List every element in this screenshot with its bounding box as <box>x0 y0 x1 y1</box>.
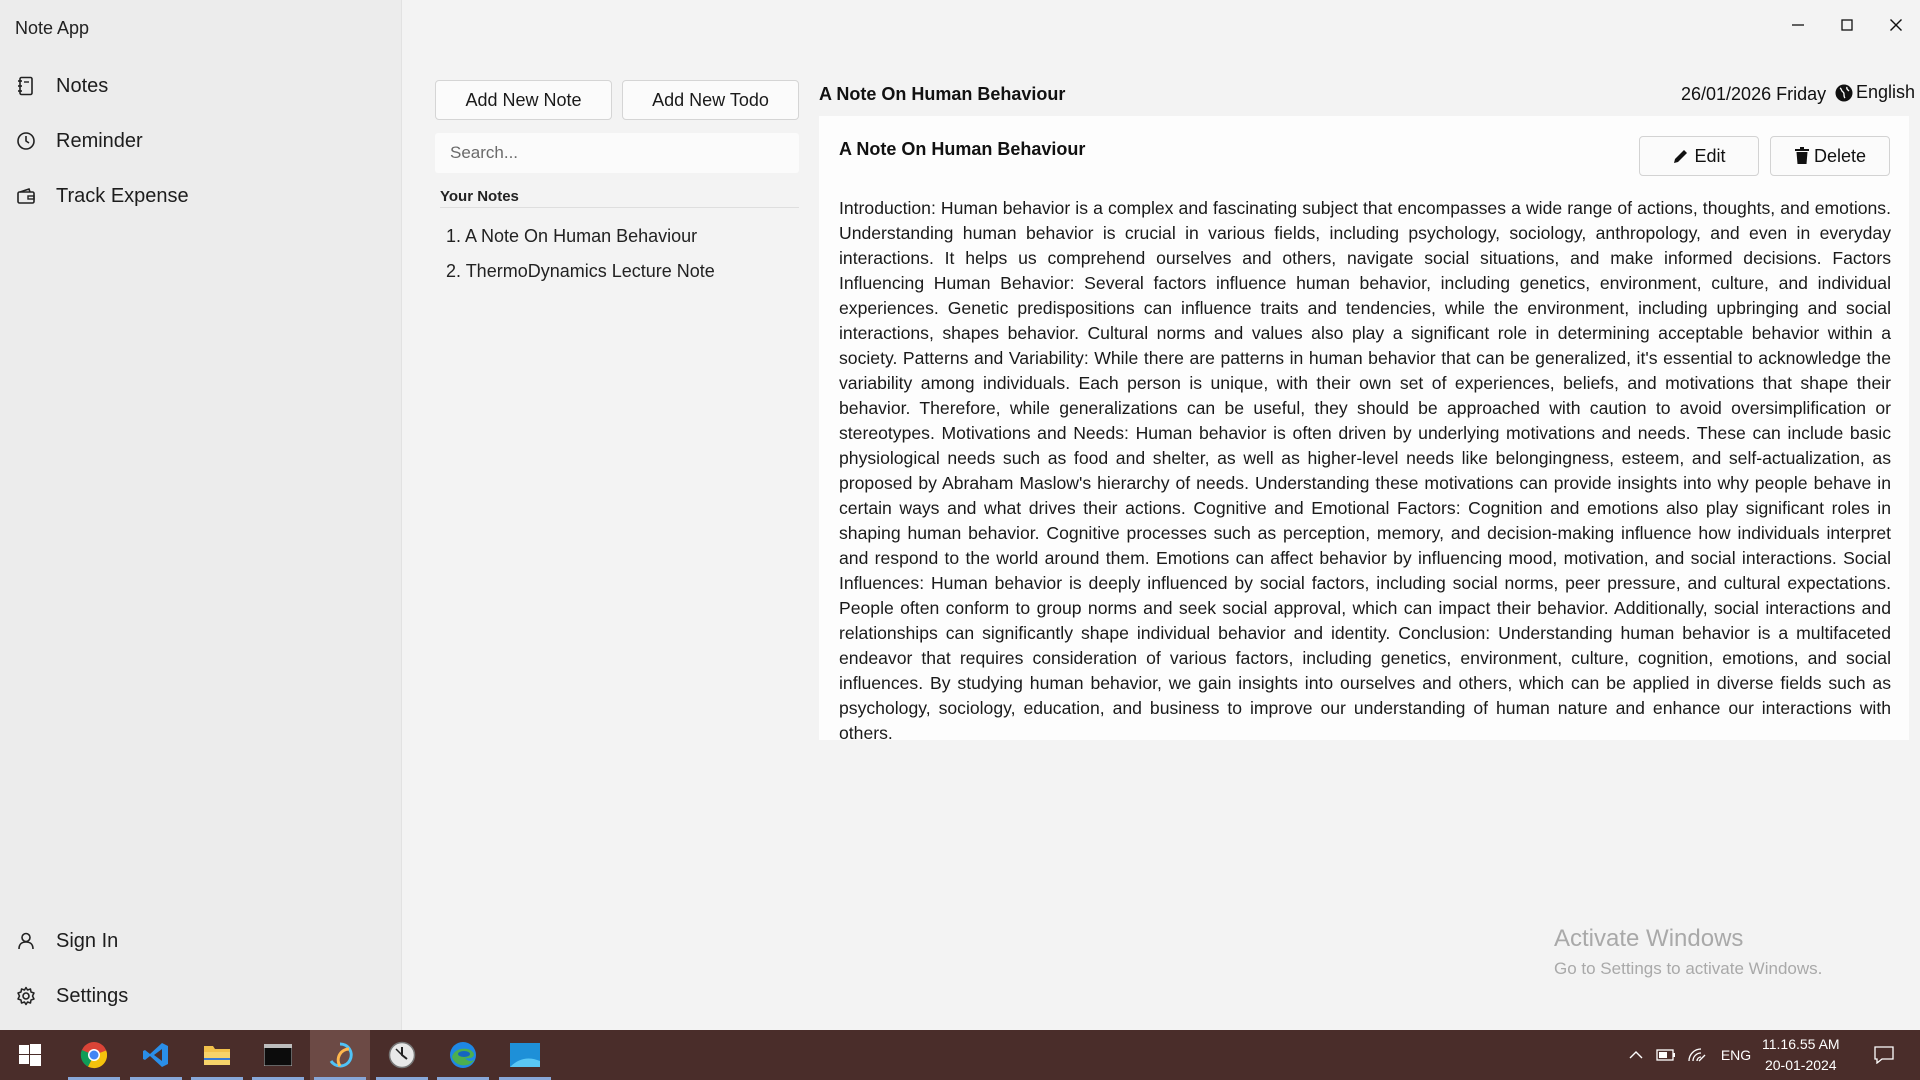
divider <box>440 207 799 208</box>
clock-date: 20-01-2024 <box>1764 1057 1837 1073</box>
sidebar-item-label: Sign In <box>56 929 119 952</box>
minimize-button[interactable] <box>1773 0 1822 50</box>
sidebar-item-settings[interactable]: Settings <box>0 970 402 1022</box>
note-app-icon <box>329 1042 353 1068</box>
show-hidden-icons-button[interactable] <box>1623 1030 1649 1080</box>
clock-app-icon <box>388 1041 416 1069</box>
note-app-window: Note App Notes Reminder Track Expense Si… <box>0 0 1920 1030</box>
close-icon <box>1889 19 1902 31</box>
clock-time: 11.16.55 AM <box>1762 1036 1840 1052</box>
windows-start-icon <box>19 1044 41 1066</box>
sidebar-item-label: Settings <box>56 984 129 1007</box>
close-button[interactable] <box>1871 0 1920 50</box>
list-item[interactable]: 2. ThermoDynamics Lecture Note <box>446 261 715 282</box>
gear-icon <box>14 984 38 1008</box>
language-label: English <box>1856 82 1916 102</box>
taskbar-chrome[interactable] <box>64 1030 124 1080</box>
sidebar-item-track-expense[interactable]: Track Expense <box>0 170 402 222</box>
input-language[interactable]: ENG <box>1716 1030 1756 1080</box>
minimize-icon <box>1791 24 1804 26</box>
window-controls <box>1773 0 1920 50</box>
edit-label: Edit <box>1694 145 1726 166</box>
watermark-line: Activate Windows <box>1554 925 1744 952</box>
delete-label: Delete <box>1813 145 1867 166</box>
add-new-todo-button[interactable]: Add New Todo <box>622 80 799 120</box>
note-title: A Note On Human Behaviour <box>839 139 1086 159</box>
sidebar: Note App Notes Reminder Track Expense Si… <box>0 0 402 1030</box>
chrome-icon <box>80 1042 108 1069</box>
list-item[interactable]: 1. A Note On Human Behaviour <box>446 226 697 247</box>
language-selector[interactable]: English <box>1834 82 1915 103</box>
terminal-icon <box>264 1044 292 1066</box>
sidebar-item-label: Track Expense <box>56 184 189 207</box>
date-label: 26/01/2026 Friday <box>1681 84 1827 104</box>
wifi-icon <box>1688 1048 1706 1062</box>
battery-status[interactable] <box>1653 1030 1679 1080</box>
globe-icon <box>1835 84 1853 101</box>
user-icon <box>14 929 38 953</box>
delete-button[interactable]: Delete <box>1770 136 1890 176</box>
maximize-button[interactable] <box>1822 0 1871 50</box>
edge-icon <box>450 1042 476 1068</box>
add-new-note-button[interactable]: Add New Note <box>435 80 612 120</box>
taskbar-edge[interactable] <box>433 1030 493 1080</box>
sidebar-item-notes[interactable]: Notes <box>0 60 402 112</box>
vscode-icon <box>143 1043 168 1067</box>
windows-start-button[interactable] <box>0 1030 60 1080</box>
taskbar: ENG 11.16.55 AM 20-01-2024 <box>0 1030 1920 1080</box>
sidebar-item-sign-in[interactable]: Sign In <box>0 915 402 967</box>
taskbar-clock-app[interactable] <box>372 1030 432 1080</box>
taskbar-mail[interactable] <box>495 1030 555 1080</box>
system-clock[interactable]: 11.16.55 AM 20-01-2024 <box>1762 1034 1840 1076</box>
maximize-icon <box>1840 19 1853 31</box>
file-explorer-icon <box>204 1046 230 1065</box>
page-title: A Note On Human Behaviour <box>819 84 1066 104</box>
notification-icon <box>1874 1046 1894 1064</box>
note-body: Introduction: Human behavior is a comple… <box>839 198 1891 743</box>
notification-center-button[interactable] <box>1864 1030 1904 1080</box>
activate-windows-watermark: Activate Windows Go to Settings to activ… <box>1554 925 1822 979</box>
battery-icon <box>1656 1049 1675 1061</box>
trash-icon <box>1794 147 1809 164</box>
note-card: A Note On Human Behaviour Edit Delete In… <box>819 116 1909 743</box>
clock-icon <box>14 129 38 153</box>
taskbar-vscode[interactable] <box>126 1030 186 1080</box>
sidebar-item-label: Reminder <box>56 129 143 152</box>
app-title: Note App <box>15 18 90 38</box>
sidebar-item-reminder[interactable]: Reminder <box>0 115 402 167</box>
your-notes-heading: Your Notes <box>440 188 519 205</box>
taskbar-note-app[interactable] <box>310 1030 370 1080</box>
notebook-icon <box>14 74 38 98</box>
network-status[interactable] <box>1684 1030 1710 1080</box>
taskbar-file-explorer[interactable] <box>187 1030 247 1080</box>
edit-button[interactable]: Edit <box>1639 136 1759 176</box>
wallet-icon <box>14 184 38 208</box>
search-input[interactable] <box>435 133 799 173</box>
mail-icon <box>510 1043 540 1067</box>
taskbar-terminal[interactable] <box>248 1030 308 1080</box>
sidebar-item-label: Notes <box>56 74 109 97</box>
watermark-line: Go to Settings to activate Windows. <box>1554 959 1823 978</box>
pencil-icon <box>1674 150 1688 163</box>
chevron-up-icon <box>1629 1051 1643 1059</box>
